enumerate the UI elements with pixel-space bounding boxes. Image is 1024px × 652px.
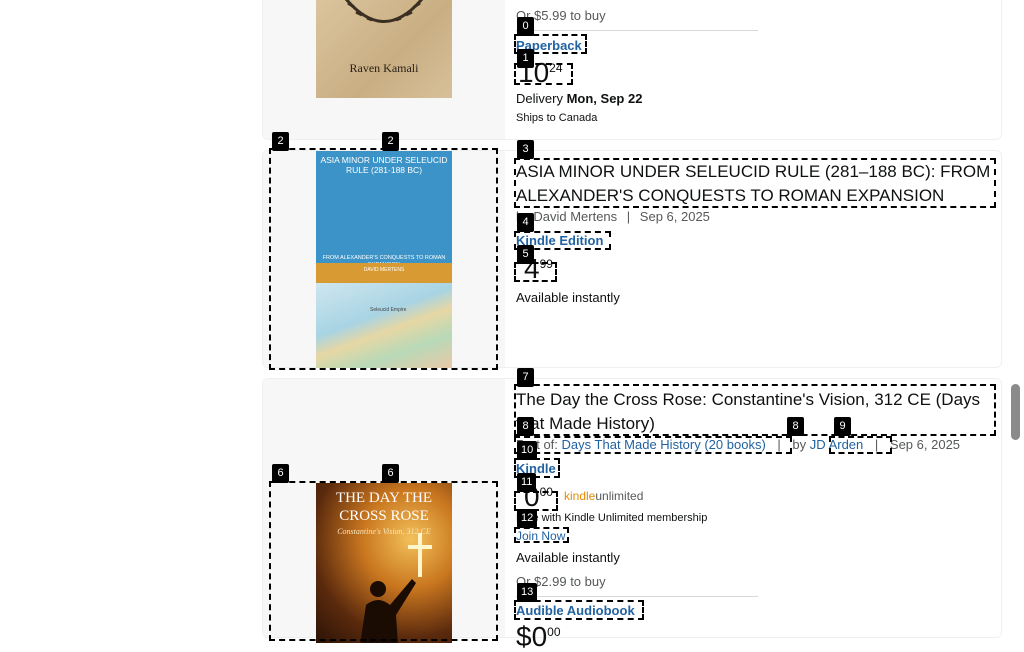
book-cover[interactable]: ASIA MINOR UNDER SELEUCID RULE (281-188 … — [316, 151, 452, 368]
kindle-unlimited-logo: kindleunlimited — [564, 489, 643, 503]
cross-icon — [408, 533, 432, 577]
annotation-badge: 8 — [517, 417, 534, 436]
delivery-date: Mon, Sep 22 — [566, 91, 643, 106]
scrollbar-thumb[interactable] — [1011, 384, 1020, 440]
result-card-3: THE DAY THE CROSS ROSE Constantine's Vis… — [262, 378, 1002, 651]
ships-to: Ships to Canada — [516, 112, 598, 124]
delivery-info: Delivery Mon, Sep 22 — [516, 91, 642, 106]
format-link-audible[interactable]: Audible Audiobook — [516, 603, 635, 618]
figure-silhouette-icon — [360, 579, 416, 643]
cover-map: Seleucid Empire — [316, 283, 452, 368]
annotation-badge: 11 — [517, 473, 537, 492]
annotation-badge: 3 — [517, 140, 534, 159]
price-whole: $0 — [516, 621, 548, 652]
cover-band: DAVID MERTENS — [316, 263, 452, 283]
availability: Available instantly — [516, 290, 620, 305]
audible-price: $000 — [516, 623, 561, 651]
series-link[interactable]: Days That Made History (20 books) — [562, 437, 766, 452]
separator: | — [626, 209, 631, 224]
annotation-badge: 10 — [517, 441, 538, 460]
separator: | — [777, 437, 781, 452]
price-fraction: 99 — [539, 257, 553, 271]
author-link[interactable]: JD Arden — [810, 437, 863, 452]
cover-title: ASIA MINOR UNDER SELEUCID RULE (281-188 … — [320, 155, 448, 175]
publish-date: Sep 6, 2025 — [639, 209, 710, 224]
result-card-1: Raven Kamali Or $5.99 to buy Paperback 1… — [262, 0, 1002, 140]
series-byline: Part of: Days That Made History (20 book… — [516, 437, 960, 452]
book-cover[interactable]: Raven Kamali — [316, 0, 452, 98]
cover-author: Raven Kamali — [349, 61, 419, 75]
annotation-badge: 4 — [517, 213, 534, 232]
join-now-link[interactable]: Join Now — [516, 529, 565, 543]
ku-logo-unlimited: unlimited — [595, 489, 644, 503]
divider — [516, 596, 758, 597]
annotation-badge: 7 — [517, 368, 534, 387]
delivery-label: Delivery — [516, 91, 563, 106]
annotation-badge: 8 — [787, 417, 804, 436]
annotation-badge: 9 — [834, 417, 851, 436]
book-title-link[interactable]: ASIA MINOR UNDER SELEUCID RULE (281–188 … — [516, 160, 994, 208]
cover-area: ASIA MINOR UNDER SELEUCID RULE (281-188 … — [263, 151, 505, 368]
availability: Available instantly — [516, 550, 620, 565]
annotation-badge: 5 — [517, 245, 534, 264]
by-label: by — [792, 437, 807, 452]
price-fraction: 00 — [547, 625, 561, 639]
book-title-link[interactable]: The Day the Cross Rose: Constantine's Vi… — [516, 388, 996, 436]
laurel-wreath-icon — [344, 0, 424, 23]
annotation-badge: 0 — [517, 17, 534, 36]
annotation-badge: 6 — [382, 464, 399, 483]
divider — [516, 30, 758, 31]
price-fraction: 24 — [549, 61, 563, 75]
annotation-badge: 2 — [382, 132, 399, 151]
cover-author: DAVID MERTENS — [363, 267, 405, 273]
map-label: Seleucid Empire — [370, 307, 407, 313]
annotation-badge: 1 — [517, 49, 534, 68]
ku-membership-text: Free with Kindle Unlimited membership — [516, 512, 708, 524]
cover-area: THE DAY THE CROSS ROSE Constantine's Vis… — [263, 379, 505, 643]
annotation-badge: 13 — [517, 583, 538, 602]
cover-area: Raven Kamali — [263, 0, 505, 139]
price-fraction: 00 — [539, 485, 553, 499]
publish-date: Sep 6, 2025 — [889, 437, 961, 452]
byline: by David Mertens | Sep 6, 2025 — [516, 209, 710, 224]
separator: | — [874, 437, 879, 452]
book-cover[interactable]: THE DAY THE CROSS ROSE Constantine's Vis… — [316, 483, 452, 643]
result-card-2: ASIA MINOR UNDER SELEUCID RULE (281-188 … — [262, 150, 1002, 368]
annotation-badge: 12 — [517, 509, 538, 528]
ku-logo-kindle: kindle — [564, 489, 596, 503]
cover-title: THE DAY THE CROSS ROSE — [335, 490, 433, 524]
annotation-badge: 6 — [272, 464, 289, 483]
annotation-badge: 2 — [272, 132, 289, 151]
